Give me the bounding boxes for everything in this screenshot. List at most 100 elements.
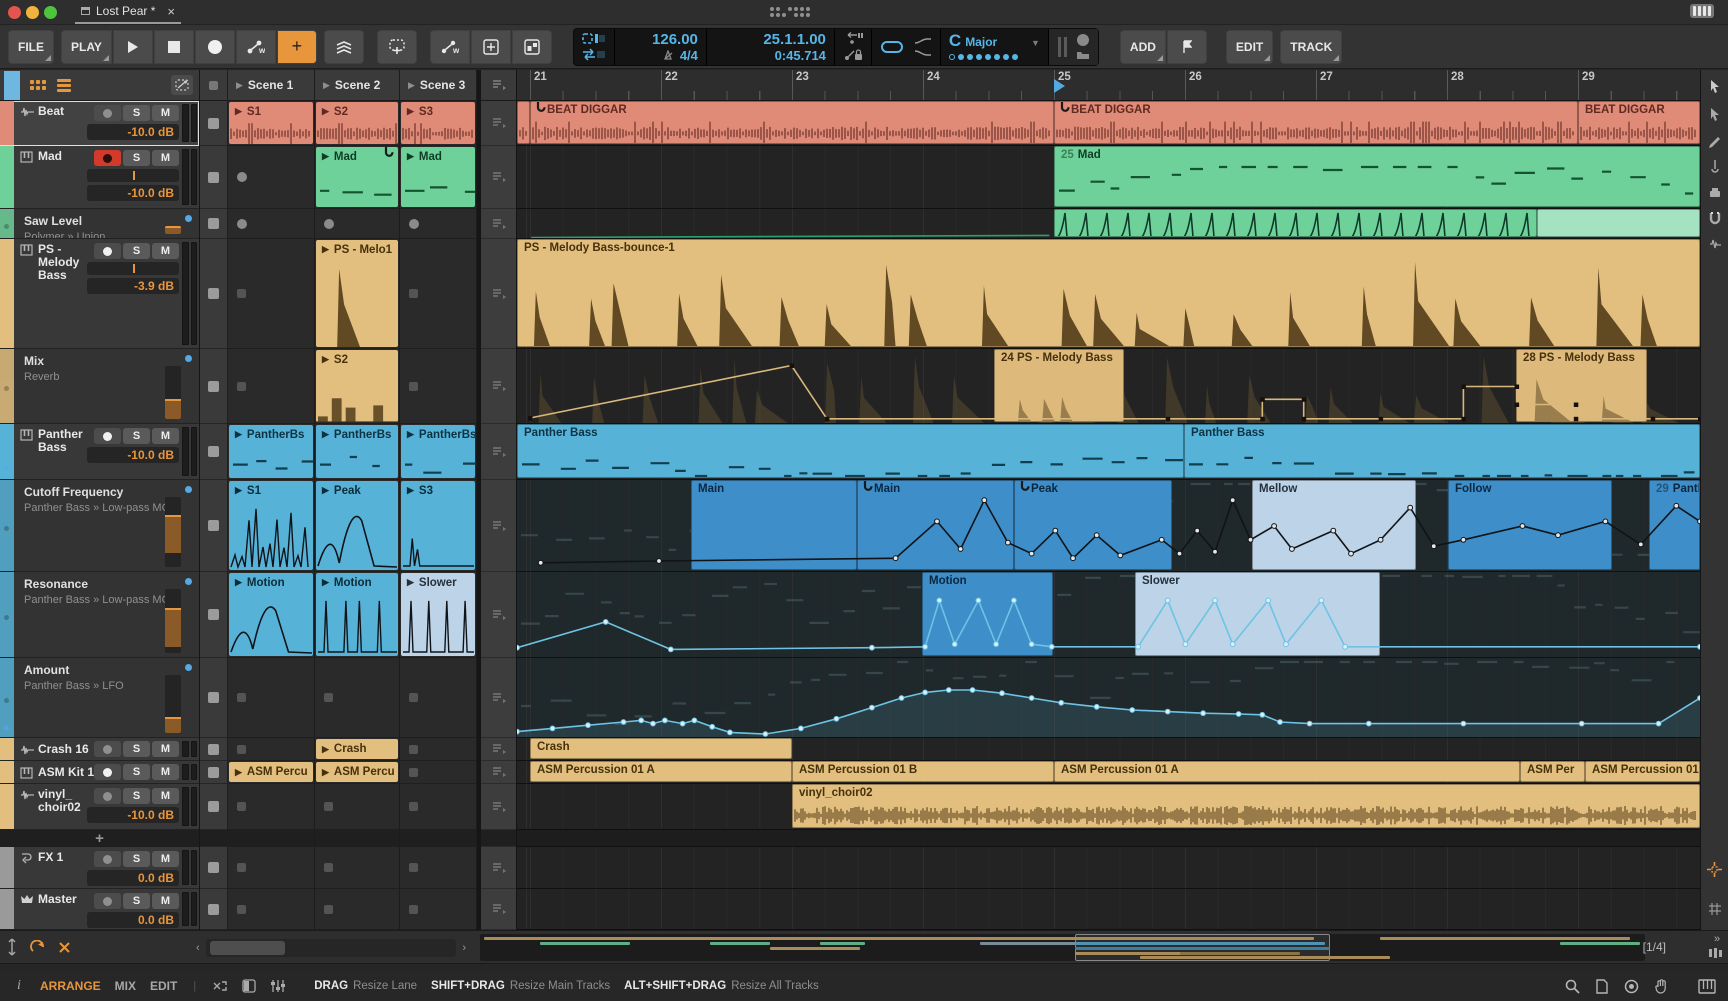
arranger-clip[interactable]: Follow [1448, 480, 1612, 570]
record-arm-button[interactable] [94, 741, 121, 757]
track-header-mix[interactable]: MixReverb [0, 349, 199, 424]
track-header-amount[interactable]: AmountPanther Bass » LFO+ [0, 658, 199, 738]
arranger-clip[interactable]: vinyl_choir02 [792, 784, 1700, 828]
clip-stop-button[interactable] [200, 761, 227, 784]
launcher-clip[interactable]: ▶S2 [316, 102, 398, 144]
hand-tool-icon[interactable] [1655, 979, 1668, 994]
clip-stop-button[interactable] [200, 349, 227, 424]
record-arm-button[interactable] [94, 893, 121, 909]
mute-button[interactable]: M [152, 243, 179, 259]
automation-fader[interactable] [165, 226, 181, 234]
statusbar-tab-arrange[interactable]: ARRANGE [40, 979, 101, 993]
clip-slot[interactable] [400, 847, 476, 889]
minimize-window-button[interactable] [26, 6, 39, 19]
launcher-clip[interactable]: ▶Motion [316, 573, 398, 656]
scroll-left-icon[interactable]: ‹ [196, 942, 200, 954]
grid-view-icon[interactable] [30, 80, 47, 91]
volume-value[interactable]: -10.0 dB [87, 124, 179, 140]
mute-button[interactable]: M [152, 788, 179, 804]
track-header-fx-1[interactable]: FX 1SM0.0 dB [0, 847, 199, 889]
clip-slot[interactable] [228, 658, 314, 738]
track-color-swatch[interactable] [4, 71, 20, 100]
clip-slot[interactable] [228, 239, 314, 349]
clip-slot[interactable] [228, 738, 314, 761]
clip-stop-button[interactable] [200, 101, 227, 146]
clip-slot[interactable]: ▶PS - Melo1 [315, 239, 399, 349]
play-menu-button[interactable]: PLAY [61, 30, 112, 64]
mute-button[interactable]: M [152, 764, 179, 780]
arranger-lane-vinyl-choir02[interactable]: vinyl_choir02 [517, 784, 1700, 830]
automation-active-dot[interactable] [185, 486, 192, 493]
metronome-button[interactable] [377, 30, 417, 64]
record-status-icon[interactable] [1624, 979, 1639, 994]
clip-stop-button[interactable] [200, 572, 227, 658]
clip-slot[interactable]: ▶Mad [315, 146, 399, 209]
arranger-clip[interactable] [1537, 209, 1700, 237]
onscreen-keyboard-icon[interactable] [1690, 4, 1714, 18]
layout-swap-icon[interactable] [212, 979, 228, 993]
arranger-clip[interactable]: ASM Percussion 01 A [530, 761, 792, 782]
track-header-ps-melody-bass[interactable]: PS - Melody BassSM-3.9 dB [0, 239, 199, 349]
file-browser-icon[interactable] [1596, 979, 1608, 994]
clip-stop-button[interactable] [200, 738, 227, 761]
clip-slot[interactable]: ▶Slower [400, 572, 476, 658]
track-menu-button[interactable]: TRACK [1280, 30, 1342, 64]
clip-slot[interactable]: ▶S2 [315, 101, 399, 146]
track-header-mad[interactable]: MadSM-10.0 dB [0, 146, 199, 209]
position-section[interactable]: 25.1.1.00 0:45.714 [707, 29, 835, 65]
clip-slot[interactable]: ▶PantherBs [315, 424, 399, 480]
add-panel-button[interactable] [471, 30, 511, 64]
solo-button[interactable]: S [123, 428, 150, 444]
arranger-lane-fx-1[interactable] [517, 847, 1700, 889]
launcher-clip[interactable]: ▶Crash [316, 739, 398, 759]
clip-slot[interactable]: ▶S1 [228, 101, 314, 146]
arranger-lane-mad[interactable]: 25Mad [517, 146, 1700, 209]
record-arm-button[interactable] [94, 243, 121, 259]
pan-slider[interactable] [87, 262, 179, 275]
clip-slot[interactable] [400, 738, 476, 761]
launcher-clip[interactable]: ▶S1 [229, 102, 313, 144]
arranger-lane-beat[interactable]: BEAT DIGGARBEAT DIGGARBEAT DIGGAR [517, 101, 1700, 146]
clip-slot[interactable] [400, 658, 476, 738]
arranger-clip[interactable]: 29Panthe [1649, 480, 1700, 570]
audio-event-icon[interactable] [1701, 231, 1728, 257]
record-arm-button[interactable] [94, 764, 121, 780]
eraser-tool-icon[interactable] [1701, 179, 1728, 205]
arranger-lane-asm-kit-1[interactable]: ASM Percussion 01 AASM Percussion 01 BAS… [517, 761, 1700, 784]
timeline-ruler[interactable]: 212223242526272829 [517, 70, 1700, 101]
arranger-clip[interactable]: ASM Percussion 01 B [792, 761, 1054, 782]
clip-stop-button[interactable] [200, 209, 227, 239]
arranger-clip[interactable]: Motion [922, 572, 1053, 656]
mute-button[interactable]: M [152, 851, 179, 867]
list-view-icon[interactable] [57, 77, 71, 94]
clip-slot[interactable] [400, 239, 476, 349]
magnet-icon[interactable] [1701, 205, 1728, 231]
lane-button[interactable] [481, 847, 516, 889]
automation-active-dot[interactable] [185, 578, 192, 585]
launcher-clip[interactable]: ▶S3 [401, 102, 475, 144]
dual-panel-icon[interactable] [242, 979, 256, 993]
clip-slot[interactable]: ▶S3 [400, 480, 476, 572]
record-button[interactable] [195, 30, 235, 64]
mute-button[interactable]: M [152, 893, 179, 909]
arranger-clip[interactable]: Mellow [1252, 480, 1416, 570]
scene-play-icon[interactable]: ▶ [236, 80, 243, 91]
launcher-clip[interactable]: ▶S2 [316, 350, 398, 422]
clip-stop-button[interactable] [200, 239, 227, 349]
clip-slot[interactable] [400, 761, 476, 784]
track-header-beat[interactable]: BeatSM-10.0 dB [0, 101, 199, 146]
lane-button[interactable] [481, 239, 516, 349]
horizontal-scrollbar[interactable]: ‹ › [196, 935, 466, 960]
key-section[interactable]: CMajor▼ [941, 29, 1049, 65]
groove-section[interactable] [1049, 29, 1098, 65]
launcher-clip[interactable]: ▶PantherBs [229, 425, 313, 478]
lane-button[interactable] [481, 209, 516, 239]
cue-marker-button[interactable] [1167, 30, 1207, 64]
launcher-clip[interactable]: ▶Peak [316, 481, 398, 570]
arranger-lane-mix[interactable]: 24 PS - Melody Bass28 PS - Melody Bass [517, 349, 1700, 424]
mute-button[interactable]: M [152, 741, 179, 757]
edit-menu-button[interactable]: EDIT [1226, 30, 1273, 64]
mute-button[interactable]: M [152, 150, 179, 166]
arranger-lane-saw-level[interactable] [517, 209, 1700, 239]
track-header-crash-16[interactable]: Crash 16SM [0, 738, 199, 761]
